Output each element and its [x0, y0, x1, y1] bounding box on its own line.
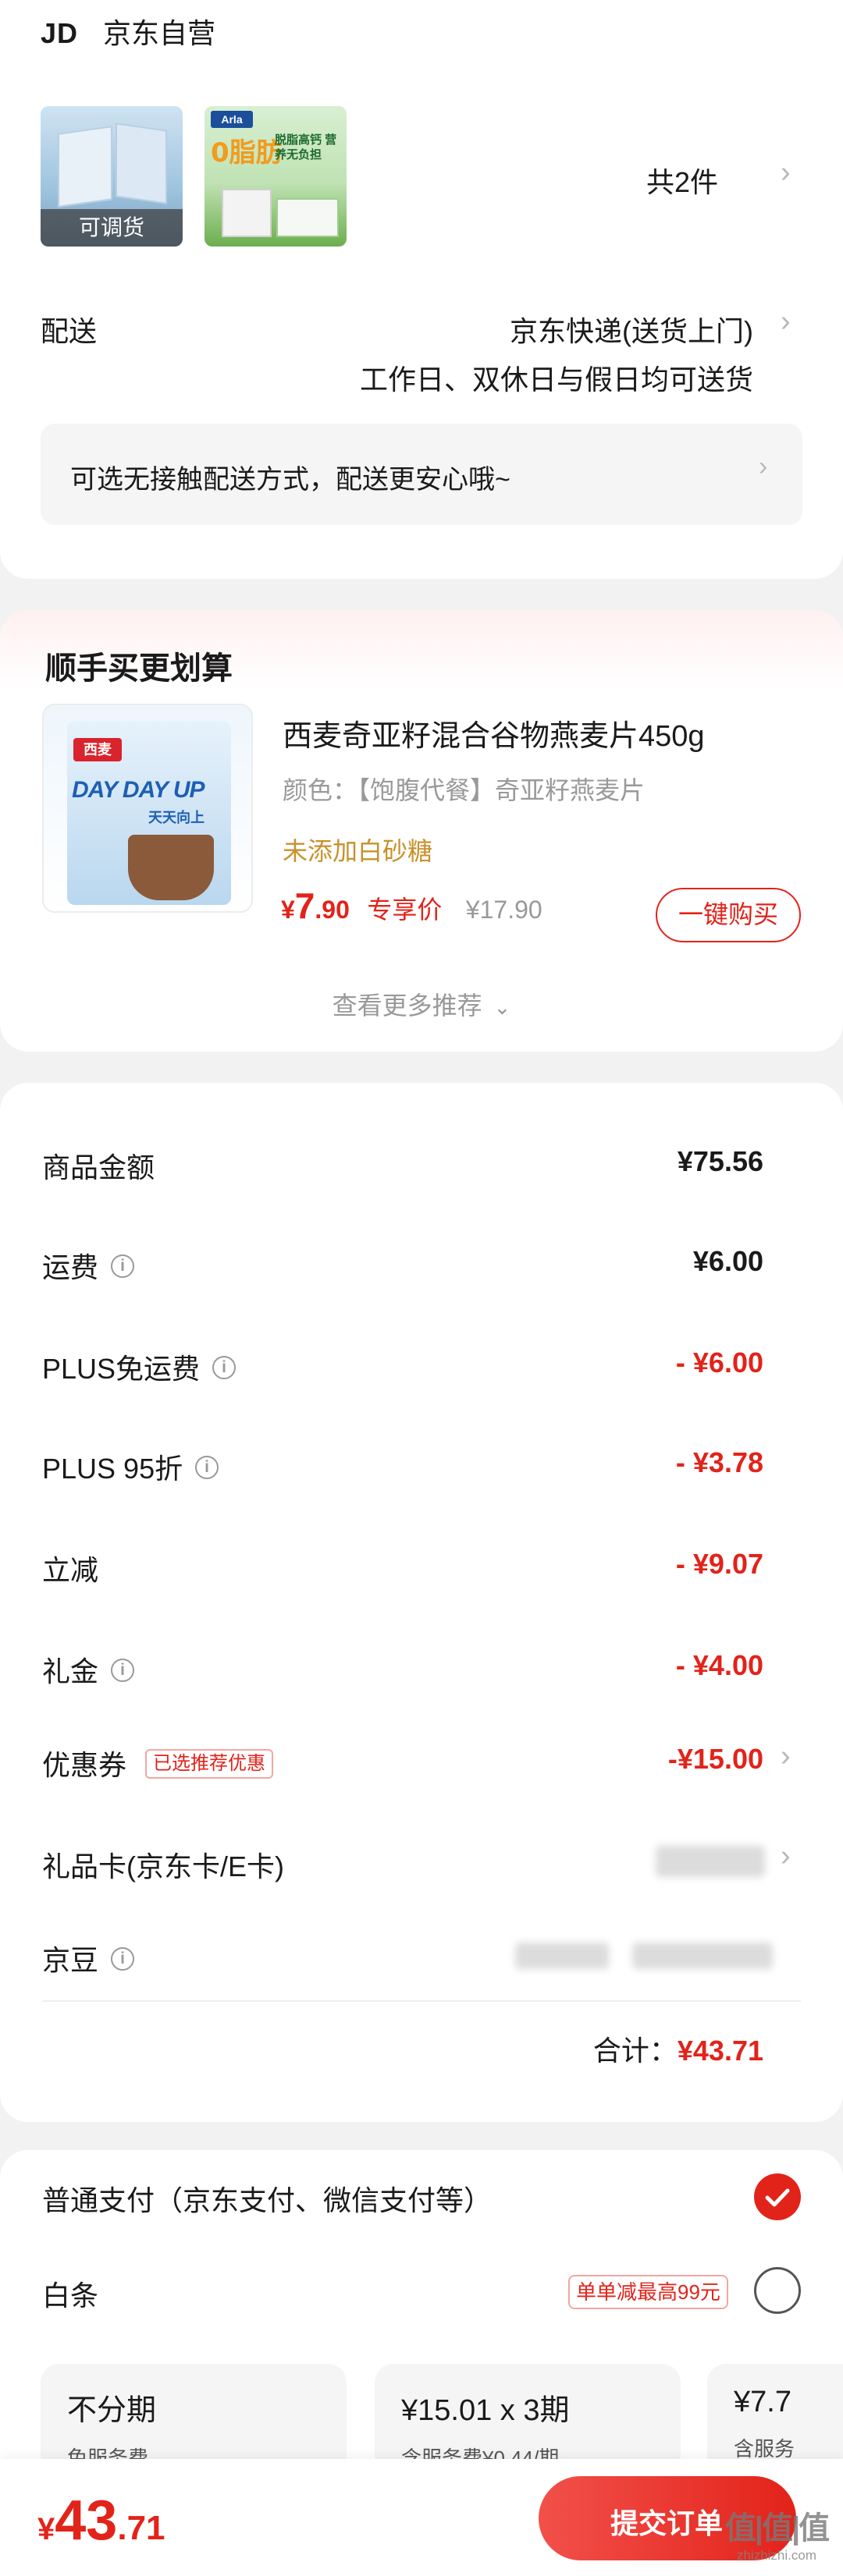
delivery-method[interactable]: 京东快递(送货上门)	[510, 309, 753, 349]
store-header: JD 京东自营	[41, 11, 215, 51]
baitiao-promo-badge: 单单减最高99元	[568, 2275, 728, 2309]
chevron-down-icon: ⌄	[493, 995, 511, 1019]
goods-amount-value: ¥75.56	[677, 1145, 763, 1177]
upsell-variant: 颜色：【饱腹代餐】奇亚籽燕麦片	[283, 776, 646, 804]
jingdou-value-blurred-2	[632, 1943, 773, 1969]
gift-money-value: - ¥4.00	[675, 1649, 763, 1681]
delivery-schedule: 工作日、双休日与假日均可送货	[359, 364, 753, 396]
chevron-right-icon[interactable]: ›	[781, 1840, 791, 1873]
goods-amount-label: 商品金额	[42, 1151, 155, 1183]
contactless-tip[interactable]: 可选无接触配送方式，配送更安心哦~ ›	[41, 424, 802, 525]
watermark: 值|值|值 zhizhizhi.com	[724, 2511, 830, 2563]
info-icon[interactable]: i	[212, 1356, 237, 1380]
item-count[interactable]: 共2件	[646, 160, 718, 200]
day-day-up-sub: 天天向上	[148, 810, 205, 825]
info-icon[interactable]: i	[111, 1659, 135, 1683]
gift-card-value-blurred	[656, 1846, 765, 1877]
coupon-label: 优惠券	[42, 1749, 127, 1781]
gift-money-row: 礼金 i	[42, 1649, 135, 1690]
brand-badge: 西麦	[73, 738, 122, 761]
plus-free-shipping-value: - ¥6.00	[675, 1347, 763, 1378]
coupon-value[interactable]: -¥15.00	[668, 1743, 763, 1776]
oat-bag-image: 西麦 DAY DAY UP 天天向上	[67, 721, 231, 905]
store-name: 京东自营	[103, 17, 216, 49]
product-box-image-2	[116, 122, 167, 204]
cup-image	[128, 835, 214, 900]
shipping-label: 运费	[42, 1251, 99, 1283]
original-price: ¥17.90	[465, 896, 542, 924]
upsell-price: ¥7.90 专享价 ¥17.90	[281, 885, 542, 926]
chevron-right-icon: ›	[759, 452, 768, 481]
total-label: 合计：	[592, 2035, 678, 2067]
jingdou-row: 京豆 i	[42, 1938, 135, 1978]
shipping-value: ¥6.00	[692, 1245, 763, 1277]
plus-free-shipping-label: PLUS免运费	[42, 1353, 201, 1385]
plus95-value: - ¥3.78	[675, 1446, 763, 1478]
milk-box-image	[222, 189, 272, 237]
product-box-image	[58, 126, 112, 208]
info-icon[interactable]: i	[111, 1947, 135, 1971]
gift-money-label: 礼金	[42, 1655, 99, 1687]
upsell-product-name[interactable]: 西麦奇亚籽混合谷物燕麦片450g	[283, 711, 705, 754]
coupon-row[interactable]: 优惠券 已选推荐优惠	[42, 1743, 274, 1783]
product-thumbnail-1[interactable]: 可调货	[41, 106, 183, 247]
benefit-text: 脱脂高钙 营养无负担	[275, 133, 337, 161]
day-day-up-text: DAY DAY UP	[72, 777, 205, 803]
plus95-label: PLUS 95折	[42, 1453, 183, 1485]
installment-option-3[interactable]: ¥7.7 含服务	[707, 2364, 843, 2473]
chevron-right-icon[interactable]: ›	[781, 1740, 791, 1773]
exclusive-price-label: 专享价	[367, 896, 443, 924]
upsell-product-image[interactable]: 西麦 DAY DAY UP 天天向上	[42, 704, 253, 913]
instant-discount-label: 立减	[42, 1554, 99, 1586]
gift-card-label[interactable]: 礼品卡(京东卡/E卡)	[42, 1844, 284, 1885]
chevron-right-icon[interactable]: ›	[781, 305, 791, 339]
plus95-row: PLUS 95折 i	[42, 1446, 219, 1487]
plus-free-shipping-row: PLUS免运费 i	[42, 1347, 237, 1387]
normal-pay-option[interactable]: 普通支付（京东支付、微信支付等）	[42, 2178, 492, 2219]
baitiao-option[interactable]: 白条	[42, 2273, 98, 2314]
info-icon[interactable]: i	[195, 1456, 219, 1480]
unchecked-circle-icon[interactable]	[754, 2267, 801, 2314]
milk-pack-image	[276, 198, 339, 237]
restock-tag: 可调货	[41, 209, 183, 247]
bottom-bar: ¥43.71 提交订单 值|值|值 zhizhizhi.com	[0, 2459, 843, 2576]
price-summary-card: 商品金额 ¥75.56 运费 i ¥6.00 PLUS免运费 i - ¥6.00 P…	[0, 1083, 843, 2122]
arla-logo: Arla	[211, 111, 253, 128]
one-click-buy-button[interactable]: 一键购买	[656, 888, 801, 942]
zero-fat-label: 0脂肪	[211, 137, 283, 169]
jingdou-value-blurred	[515, 1943, 609, 1969]
jd-logo: JD	[41, 17, 79, 49]
see-more-recommendations[interactable]: 查看更多推荐 ⌄	[0, 986, 843, 1022]
product-thumbnail-2[interactable]: Arla 0脂肪 脱脂高钙 营养无负担	[205, 106, 347, 247]
upsell-title: 顺手买更划算	[45, 651, 233, 686]
shipping-row: 运费 i	[42, 1245, 135, 1286]
installment-option-1[interactable]: 不分期 免服务费	[41, 2364, 347, 2473]
upsell-feature: 未添加白砂糖	[283, 837, 433, 865]
upsell-card: 顺手买更划算 西麦 DAY DAY UP 天天向上 西麦奇亚籽混合谷物燕麦片45…	[0, 610, 843, 1052]
info-icon[interactable]: i	[111, 1254, 135, 1279]
coupon-badge: 已选推荐优惠	[145, 1749, 274, 1779]
installment-option-2[interactable]: ¥15.01 x 3期 含服务费¥0.44/期	[375, 2364, 681, 2473]
chevron-right-icon[interactable]: ›	[781, 156, 791, 190]
order-store-card: JD 京东自营 可调货 Arla 0脂肪 脱脂高钙 营养无负担 共2件 › 配送…	[0, 0, 843, 579]
summary-divider	[42, 2000, 801, 2002]
jingdou-label: 京豆	[42, 1944, 99, 1976]
checked-circle-icon[interactable]	[754, 2173, 801, 2220]
instant-discount-value: - ¥9.07	[675, 1548, 763, 1580]
delivery-label: 配送	[41, 315, 98, 347]
total-row: 合计：¥43.71	[593, 2028, 763, 2069]
total-value: ¥43.71	[677, 2035, 763, 2067]
pay-amount: ¥43.71	[37, 2489, 165, 2552]
